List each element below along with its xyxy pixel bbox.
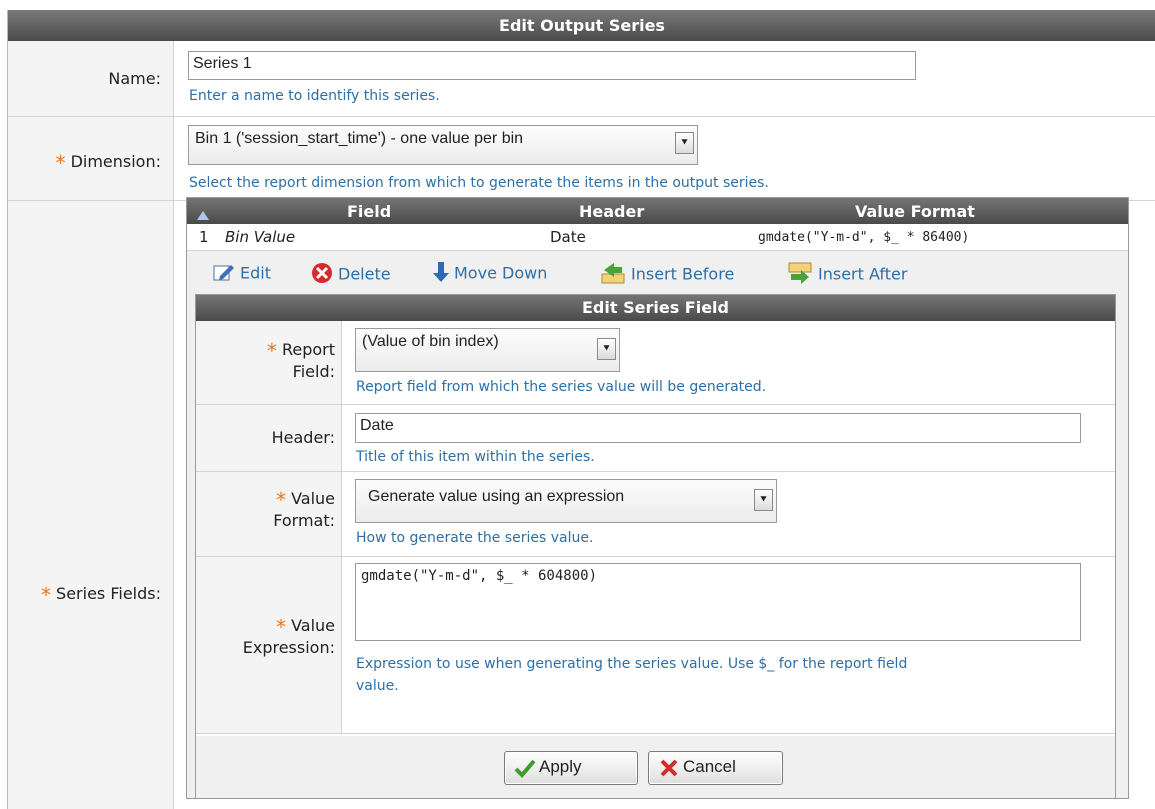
column-header[interactable]: Header bbox=[579, 202, 644, 221]
panel-title: Edit Output Series bbox=[8, 10, 1155, 41]
chevron-down-icon[interactable]: ⯆ bbox=[754, 489, 773, 511]
required-star-icon: * bbox=[266, 339, 277, 363]
required-star-icon: * bbox=[275, 615, 286, 639]
series-fields-grid: Field Header Value Format 1 Bin Value Da… bbox=[186, 197, 1129, 799]
edit-series-field-panel: Edit Series Field * Report Field: (Value… bbox=[195, 294, 1116, 799]
value-format-row: * Value Format: Generate value using an … bbox=[196, 472, 1115, 557]
dimension-help: Select the report dimension from which t… bbox=[189, 175, 769, 191]
chevron-down-icon[interactable]: ⯆ bbox=[597, 338, 616, 360]
delete-icon bbox=[311, 262, 333, 288]
value-expression-label: * Value Expression: bbox=[196, 557, 342, 733]
column-value-format[interactable]: Value Format bbox=[855, 202, 975, 221]
report-field-row: * Report Field: (Value of bin index) ⯆ R… bbox=[196, 321, 1115, 405]
checkmark-icon bbox=[514, 758, 536, 788]
name-row: Name: Series 1 Enter a name to identify … bbox=[8, 41, 1155, 117]
report-field-select[interactable]: (Value of bin index) ⯆ bbox=[355, 328, 620, 372]
move-down-button[interactable]: Move Down bbox=[433, 262, 547, 286]
report-field-help: Report field from which the series value… bbox=[356, 379, 767, 395]
value-format-select[interactable]: Generate value using an expression ⯆ bbox=[355, 479, 777, 523]
delete-button[interactable]: Delete bbox=[311, 262, 391, 288]
table-row[interactable]: 1 Bin Value Date gmdate("Y-m-d", $_ * 86… bbox=[187, 224, 1128, 251]
required-star-icon: * bbox=[55, 151, 66, 175]
button-bar: Apply Cancel bbox=[196, 736, 1115, 798]
header-input[interactable]: Date bbox=[355, 413, 1081, 443]
header-label: Header: bbox=[196, 405, 342, 471]
insert-before-button[interactable]: Insert Before bbox=[600, 262, 734, 288]
dimension-select[interactable]: Bin 1 ('session_start_time') - one value… bbox=[188, 125, 698, 165]
value-expression-help: Expression to use when generating the se… bbox=[356, 656, 908, 694]
required-star-icon: * bbox=[40, 583, 51, 607]
value-expression-row: * Value Expression: gmdate("Y-m-d", $_ *… bbox=[196, 557, 1115, 734]
value-format-help: How to generate the series value. bbox=[356, 530, 594, 546]
insert-before-icon bbox=[600, 262, 626, 288]
name-input[interactable]: Series 1 bbox=[188, 51, 916, 80]
grid-actions: Edit Delete Move Down Insert Before Inse… bbox=[187, 250, 1128, 294]
required-star-icon: * bbox=[275, 488, 286, 512]
header-row: Header: Date Title of this item within t… bbox=[196, 405, 1115, 472]
grid-header: Field Header Value Format bbox=[187, 198, 1128, 224]
edit-series-field-title: Edit Series Field bbox=[196, 295, 1115, 321]
name-label: Name: bbox=[8, 41, 174, 116]
dimension-label: * Dimension: bbox=[8, 117, 174, 200]
report-field-label: * Report Field: bbox=[196, 321, 342, 404]
insert-after-button[interactable]: Insert After bbox=[787, 262, 907, 288]
column-field[interactable]: Field bbox=[347, 202, 391, 221]
insert-after-icon bbox=[787, 262, 813, 288]
name-help: Enter a name to identify this series. bbox=[189, 88, 440, 104]
edit-button[interactable]: Edit bbox=[213, 262, 271, 286]
series-fields-label: * Series Fields: bbox=[8, 201, 174, 809]
cancel-button[interactable]: Cancel bbox=[648, 751, 783, 785]
dimension-row: * Dimension: Bin 1 ('session_start_time'… bbox=[8, 117, 1155, 201]
arrow-down-icon bbox=[433, 262, 449, 286]
sort-up-icon[interactable] bbox=[197, 205, 209, 224]
value-format-label: * Value Format: bbox=[196, 472, 342, 556]
value-expression-textarea[interactable]: gmdate("Y-m-d", $_ * 604800) bbox=[355, 563, 1081, 641]
chevron-down-icon[interactable]: ⯆ bbox=[675, 132, 694, 154]
apply-button[interactable]: Apply bbox=[504, 751, 638, 785]
header-help: Title of this item within the series. bbox=[356, 449, 595, 465]
edit-icon bbox=[213, 262, 235, 286]
cancel-x-icon bbox=[658, 758, 680, 788]
